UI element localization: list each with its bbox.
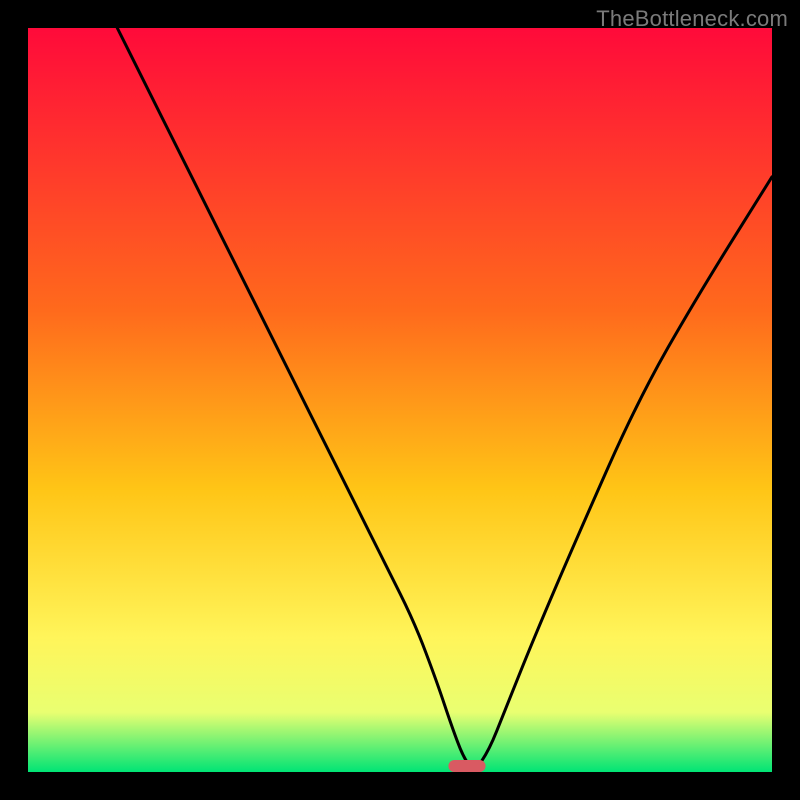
plot-background [28,28,772,772]
chart-wrapper: TheBottleneck.com [0,0,800,800]
bottleneck-chart [0,0,800,800]
watermark-text: TheBottleneck.com [596,6,788,32]
minimum-marker [448,760,485,772]
